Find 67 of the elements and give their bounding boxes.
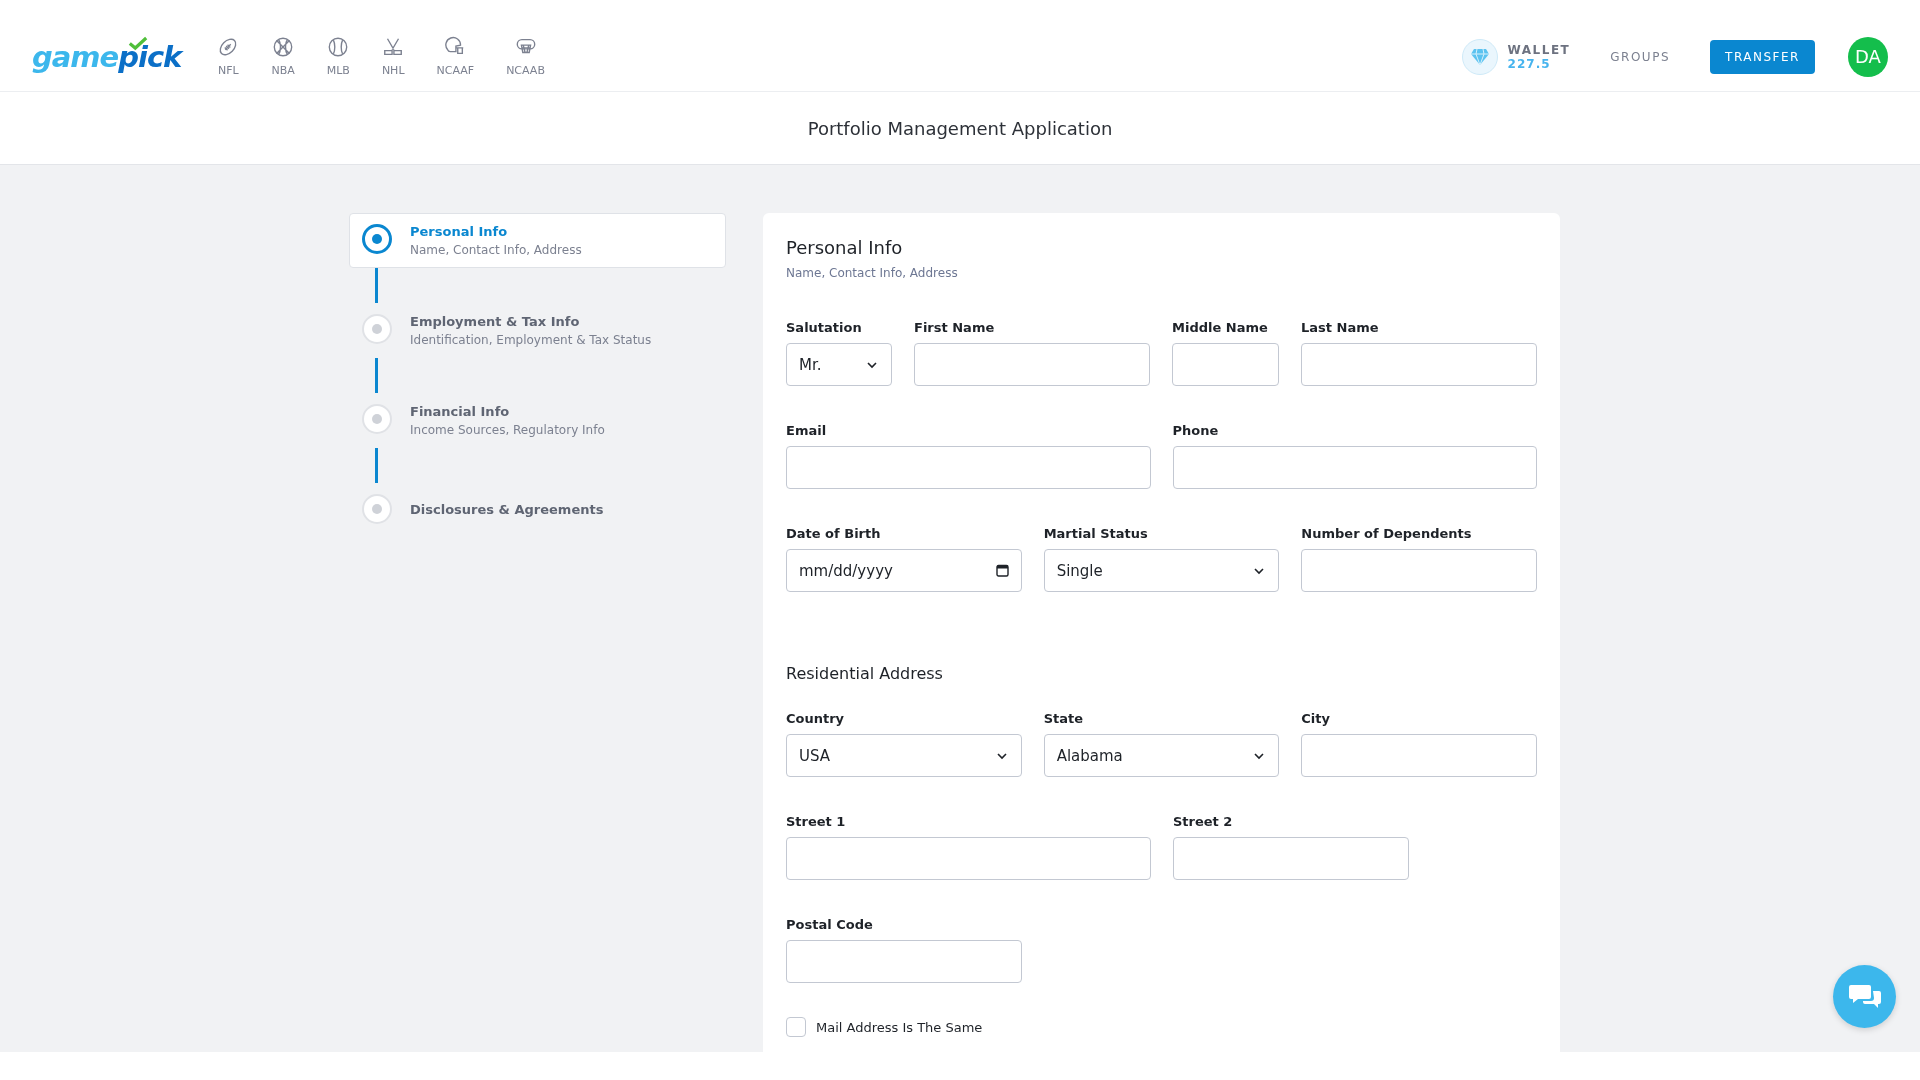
step-title: Financial Info bbox=[410, 404, 511, 419]
field-label: Number of Dependents bbox=[1301, 526, 1473, 541]
active-step-card[interactable]: Personal Info Name, Contact Info, Address bbox=[349, 213, 726, 268]
step-title: Disclosures & Agreements bbox=[410, 501, 604, 517]
checkbox[interactable] bbox=[786, 1017, 806, 1037]
text-input-field[interactable] bbox=[1301, 343, 1537, 386]
step-indicator-icon bbox=[362, 314, 392, 344]
field-label: Street 2 bbox=[1173, 814, 1234, 829]
field-label: Street 1 bbox=[786, 814, 847, 829]
sport-nav-link[interactable]: MLB bbox=[310, 36, 366, 77]
step-subtitle: Name, Contact Info, Address bbox=[410, 243, 582, 257]
step-subtitle: Income Sources, Regulatory Info bbox=[410, 423, 605, 437]
section-heading: Residential Address bbox=[786, 664, 944, 683]
sport-nav-link[interactable]: NCAAB bbox=[490, 36, 561, 77]
select-field[interactable]: USA bbox=[786, 734, 1022, 777]
step-item[interactable]: Disclosures & Agreements bbox=[349, 483, 726, 535]
sport-nav-link[interactable]: NHL bbox=[365, 36, 421, 77]
step-subtitle: Identification, Employment & Tax Status bbox=[410, 333, 652, 347]
user-avatar[interactable]: DA bbox=[1848, 36, 1888, 77]
select-field[interactable]: Mr. bbox=[786, 343, 892, 386]
baseball-icon bbox=[327, 36, 350, 58]
form-subtitle: Name, Contact Info, Address bbox=[786, 266, 959, 280]
text-input-field[interactable] bbox=[1301, 734, 1537, 777]
calendar-icon bbox=[995, 564, 1009, 577]
text-input-field[interactable] bbox=[786, 837, 1151, 880]
checkbox-label: Mail Address Is The Same bbox=[816, 1019, 983, 1035]
step-title: Employment & Tax Info bbox=[410, 314, 581, 329]
step-indicator-icon bbox=[362, 494, 392, 524]
text-input-field[interactable] bbox=[786, 940, 1022, 983]
wallet-label: WALLET bbox=[1507, 42, 1571, 57]
wallet-balance: 227.5 bbox=[1507, 56, 1552, 71]
text-input-field[interactable] bbox=[1301, 549, 1537, 592]
field-label: Postal Code bbox=[786, 917, 874, 932]
form-title: Personal Info bbox=[786, 237, 904, 258]
text-input-field[interactable] bbox=[1173, 837, 1409, 880]
step-item[interactable]: Employment & Tax Info Identification, Employment & Tax Status bbox=[349, 303, 726, 358]
field-label: State bbox=[1043, 711, 1085, 726]
hockey-sticks-icon bbox=[382, 36, 405, 58]
field-label: Email bbox=[786, 423, 828, 438]
select-field[interactable]: Single bbox=[1043, 549, 1280, 592]
text-input-field[interactable] bbox=[1172, 446, 1537, 489]
sport-nav-link[interactable]: NBA bbox=[255, 36, 311, 77]
page-title: Portfolio Management Application bbox=[807, 117, 1113, 139]
sport-nav-link[interactable]: NFL bbox=[201, 36, 256, 77]
field-label: Martial Status bbox=[1043, 526, 1149, 541]
text-input-field[interactable] bbox=[914, 343, 1150, 386]
field-label: First Name bbox=[914, 320, 996, 335]
select-field[interactable]: Alabama bbox=[1043, 734, 1280, 777]
step-indicator-icon bbox=[362, 224, 392, 254]
text-input-field[interactable] bbox=[1172, 343, 1279, 386]
basketball-icon bbox=[272, 36, 295, 58]
field-label: Salutation bbox=[786, 320, 863, 335]
gamepick-logo[interactable]: gamepick bbox=[32, 39, 182, 74]
field-label: Last Name bbox=[1301, 320, 1380, 335]
sport-nav-link[interactable]: NCAAF bbox=[420, 36, 491, 77]
step-title: Personal Info bbox=[410, 224, 509, 239]
step-indicator-icon bbox=[362, 404, 392, 434]
date-field[interactable]: mm/dd/yyyy bbox=[786, 549, 1022, 592]
groups-link[interactable]: GROUPS bbox=[1610, 49, 1670, 64]
field-label: Middle Name bbox=[1172, 320, 1269, 335]
transfer-button[interactable]: TRANSFER bbox=[1710, 39, 1815, 74]
step-item[interactable]: Financial Info Income Sources, Regulatory Info bbox=[349, 393, 726, 448]
field-label: Date of Birth bbox=[786, 526, 882, 541]
field-label: Phone bbox=[1172, 423, 1220, 438]
field-label: Country bbox=[786, 711, 846, 726]
text-input-field[interactable] bbox=[786, 446, 1151, 489]
field-label: City bbox=[1301, 711, 1331, 726]
